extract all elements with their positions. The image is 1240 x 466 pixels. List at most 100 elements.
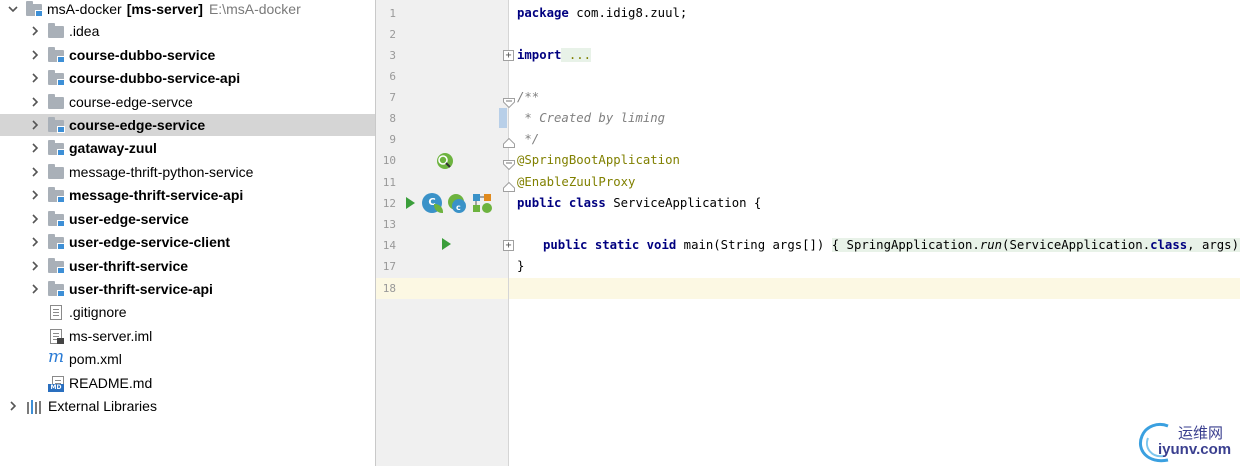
line-number: 12 [382, 197, 396, 210]
chevron-right-icon[interactable] [30, 120, 40, 130]
tree-item-message-thrift-python-service[interactable]: message-thrift-python-service [0, 161, 375, 183]
root-path: E:\msA-docker [208, 1, 301, 17]
line-number: 10 [382, 154, 396, 167]
svg-text:c: c [456, 203, 461, 212]
fold-expand-icon[interactable]: + [503, 50, 514, 61]
tree-item-message-thrift-service-api[interactable]: message-thrift-service-api [0, 184, 375, 206]
chevron-right-icon[interactable] [30, 73, 40, 83]
maven-icon: m [48, 347, 65, 367]
chevron-right-icon[interactable] [30, 26, 40, 36]
tree-item-label: .idea [69, 23, 100, 39]
module-folder-icon [48, 187, 65, 203]
watermark-url: iyunv.com [1158, 441, 1232, 458]
folded-imports[interactable]: ... [561, 48, 592, 62]
code-text: run [979, 238, 1003, 252]
line-number: 2 [389, 28, 396, 41]
folded-method-body[interactable]: { SpringApplication.run(ServiceApplicati… [831, 238, 1240, 252]
code-line-comment[interactable]: /** [517, 87, 539, 108]
tree-item-label: .gitignore [69, 304, 127, 320]
gutter-edge [508, 0, 509, 466]
chevron-down-icon[interactable] [8, 4, 18, 14]
watermark-text: 运维网 [1178, 424, 1224, 442]
module-folder-icon [48, 47, 65, 63]
chevron-right-icon[interactable] [8, 401, 18, 411]
tree-item-label: user-thrift-service-api [69, 281, 213, 297]
tree-item-label: user-edge-service [69, 211, 189, 227]
chevron-right-icon[interactable] [30, 214, 40, 224]
tree-item-readme[interactable]: MD README.md [0, 372, 375, 394]
spring-bean-icon[interactable] [435, 151, 455, 175]
tree-root-row[interactable]: msA-docker [ms-server] E:\msA-docker [0, 0, 375, 20]
chevron-right-icon[interactable] [30, 143, 40, 153]
code-line-annotation[interactable]: @SpringBootApplication [517, 150, 680, 171]
line-number: 11 [382, 176, 396, 189]
folder-icon [48, 23, 65, 38]
tree-item-ms-server-iml[interactable]: ms-server.iml [0, 325, 375, 347]
spring-bean-graph-icon[interactable] [472, 193, 494, 219]
spring-config-icon[interactable]: c [447, 193, 469, 219]
tree-item-external-libraries[interactable]: External Libraries [0, 395, 375, 417]
root-module: [ms-server] [126, 1, 203, 17]
code-line-import[interactable]: import ... [517, 45, 592, 66]
tree-item-pom-xml[interactable]: m pom.xml [0, 348, 375, 370]
code-text: (ServiceApplication. [1002, 238, 1151, 252]
libraries-icon [27, 399, 44, 414]
chevron-right-icon[interactable] [30, 261, 40, 271]
tree-item-label: README.md [69, 375, 153, 391]
tree-item-label: user-edge-service-client [69, 234, 231, 250]
tree-item-label: gataway-zuul [69, 140, 157, 156]
fold-collapse-icon[interactable] [503, 93, 515, 109]
tree-item-label: course-edge-service [69, 117, 206, 133]
module-folder-icon [48, 117, 65, 133]
tree-item-label: External Libraries [48, 398, 157, 414]
fold-end-icon[interactable] [503, 133, 515, 148]
code-line-comment[interactable]: * Created by liming [517, 108, 665, 129]
fold-collapse-icon[interactable] [503, 155, 515, 171]
tree-item-user-edge-service-client[interactable]: user-edge-service-client [0, 231, 375, 253]
package-name: com.idig8.zuul; [568, 6, 688, 20]
keyword: public class [517, 196, 606, 210]
tree-item-gataway-zuul[interactable]: gataway-zuul [0, 137, 375, 159]
code-line-main[interactable]: public static void main(String args[]) {… [543, 235, 1240, 256]
code-line-package[interactable]: package com.idig8.zuul; [517, 3, 687, 24]
tree-item-label: course-dubbo-service [69, 47, 216, 63]
tree-item-course-edge-servce[interactable]: course-edge-servce [0, 91, 375, 113]
current-line-highlight [376, 278, 1240, 299]
tree-item-course-dubbo-service-api[interactable]: course-dubbo-service-api [0, 67, 375, 89]
code-line-annotation[interactable]: @EnableZuulProxy [517, 172, 635, 193]
fold-expand-icon[interactable]: + [503, 240, 514, 251]
code-text: , args); } [1187, 238, 1240, 252]
tree-item-user-thrift-service-api[interactable]: user-thrift-service-api [0, 278, 375, 300]
tree-item-course-edge-service[interactable]: course-edge-service [0, 114, 375, 136]
tree-item-label: pom.xml [69, 351, 122, 367]
code-line-comment[interactable]: */ [517, 129, 539, 150]
project-tree: msA-docker [ms-server] E:\msA-docker .id… [0, 0, 375, 466]
line-number: 7 [389, 91, 396, 104]
chevron-right-icon[interactable] [30, 284, 40, 294]
folder-icon [48, 94, 65, 109]
tree-item-user-thrift-service[interactable]: user-thrift-service [0, 255, 375, 277]
line-number: 17 [382, 260, 396, 273]
code-line-class-decl[interactable]: public class ServiceApplication { [517, 193, 761, 214]
chevron-right-icon[interactable] [30, 237, 40, 247]
chevron-right-icon[interactable] [30, 50, 40, 60]
run-icon[interactable] [406, 197, 415, 209]
fold-end-icon[interactable] [503, 177, 515, 192]
chevron-right-icon[interactable] [30, 167, 40, 177]
tree-item-label: message-thrift-service-api [69, 187, 244, 203]
line-number: 14 [382, 239, 396, 252]
code-text: { SpringApplication. [831, 238, 980, 252]
keyword: class [1150, 238, 1188, 252]
tree-item-user-edge-service[interactable]: user-edge-service [0, 208, 375, 230]
module-folder-icon [48, 258, 65, 274]
spring-boot-class-icon[interactable]: C [422, 193, 443, 213]
code-line-close-brace[interactable]: } [517, 256, 524, 277]
tree-item-course-dubbo-service[interactable]: course-dubbo-service [0, 44, 375, 66]
chevron-right-icon[interactable] [30, 190, 40, 200]
line-number: 1 [389, 7, 396, 20]
keyword: import [517, 48, 562, 62]
run-icon[interactable] [442, 238, 451, 250]
tree-item-gitignore[interactable]: .gitignore [0, 301, 375, 323]
tree-item-idea[interactable]: .idea [0, 20, 375, 42]
chevron-right-icon[interactable] [30, 97, 40, 107]
